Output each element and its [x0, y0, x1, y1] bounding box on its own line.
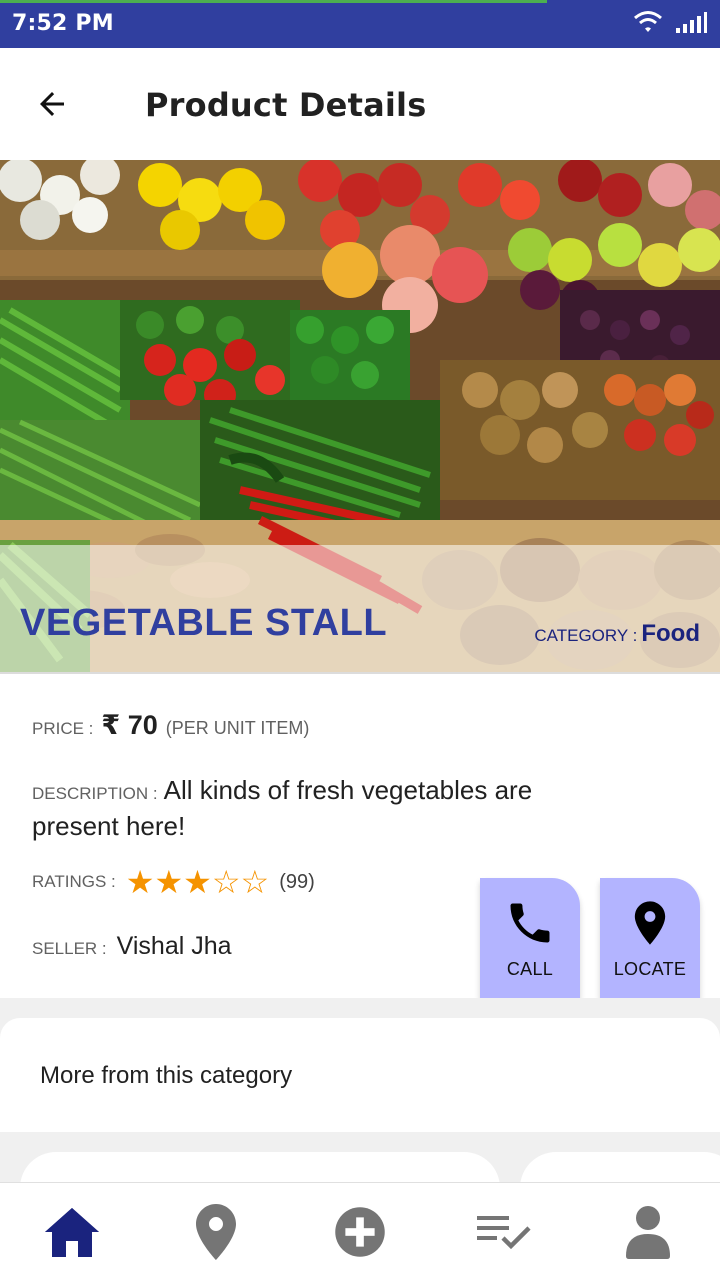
rating-stars: ★★★☆☆ — [125, 864, 270, 900]
seller-row: SELLER : Vishal Jha — [32, 932, 232, 961]
phone-icon — [510, 903, 550, 942]
add-circle-icon — [335, 1206, 385, 1257]
status-icons — [632, 10, 708, 36]
call-label: CALL — [506, 958, 554, 979]
ratings-label: RATINGS : — [32, 872, 116, 891]
category-value: Food — [641, 620, 700, 647]
locate-button[interactable]: LOCATE — [600, 878, 700, 998]
product-name: VEGETABLE STALL — [20, 602, 388, 644]
map-pin-icon — [634, 900, 666, 945]
rating-count: (99) — [279, 870, 315, 893]
seller-label: SELLER : — [32, 939, 107, 958]
locate-label: LOCATE — [613, 958, 687, 979]
bottom-navigation — [0, 1182, 720, 1280]
price-value: ₹ 70 — [101, 710, 158, 740]
back-arrow-icon — [40, 92, 64, 116]
rating-row: RATINGS : ★★★☆☆ (99) — [32, 866, 315, 898]
profile-icon — [626, 1205, 670, 1259]
checklist-icon — [477, 1215, 531, 1249]
cell-signal-icon — [676, 12, 707, 33]
category-label: CATEGORY : — [534, 626, 638, 645]
more-header-card: More from this category — [0, 1018, 720, 1132]
home-icon — [45, 1207, 99, 1257]
price-row: PRICE : ₹ 70 (PER UNIT ITEM) — [32, 710, 309, 741]
price-label: PRICE : — [32, 719, 94, 738]
app-bar: Product Details — [0, 48, 720, 160]
nav-orders[interactable] — [432, 1183, 576, 1280]
seller-name: Vishal Jha — [116, 932, 232, 960]
nav-home[interactable] — [0, 1183, 144, 1280]
location-icon — [196, 1203, 236, 1260]
nav-add[interactable] — [288, 1183, 432, 1280]
description-row: DESCRIPTION : All kinds of fresh vegetabl… — [32, 774, 592, 843]
price-unit: (PER UNIT ITEM) — [165, 718, 310, 738]
status-bar: 7:52 PM — [0, 0, 720, 48]
wifi-icon — [634, 11, 662, 32]
page-title: Product Details — [145, 86, 427, 124]
nav-profile[interactable] — [576, 1183, 720, 1280]
product-image: VEGETABLE STALL CATEGORY : Food — [0, 160, 720, 672]
page-load-progress — [0, 0, 547, 3]
more-title: More from this category — [40, 1062, 293, 1089]
status-time: 7:52 PM — [12, 11, 114, 36]
category: CATEGORY : Food — [534, 620, 700, 648]
back-button[interactable] — [22, 76, 82, 132]
nav-location[interactable] — [144, 1183, 288, 1280]
call-button[interactable]: CALL — [480, 878, 580, 998]
description-label: DESCRIPTION : — [32, 784, 158, 803]
